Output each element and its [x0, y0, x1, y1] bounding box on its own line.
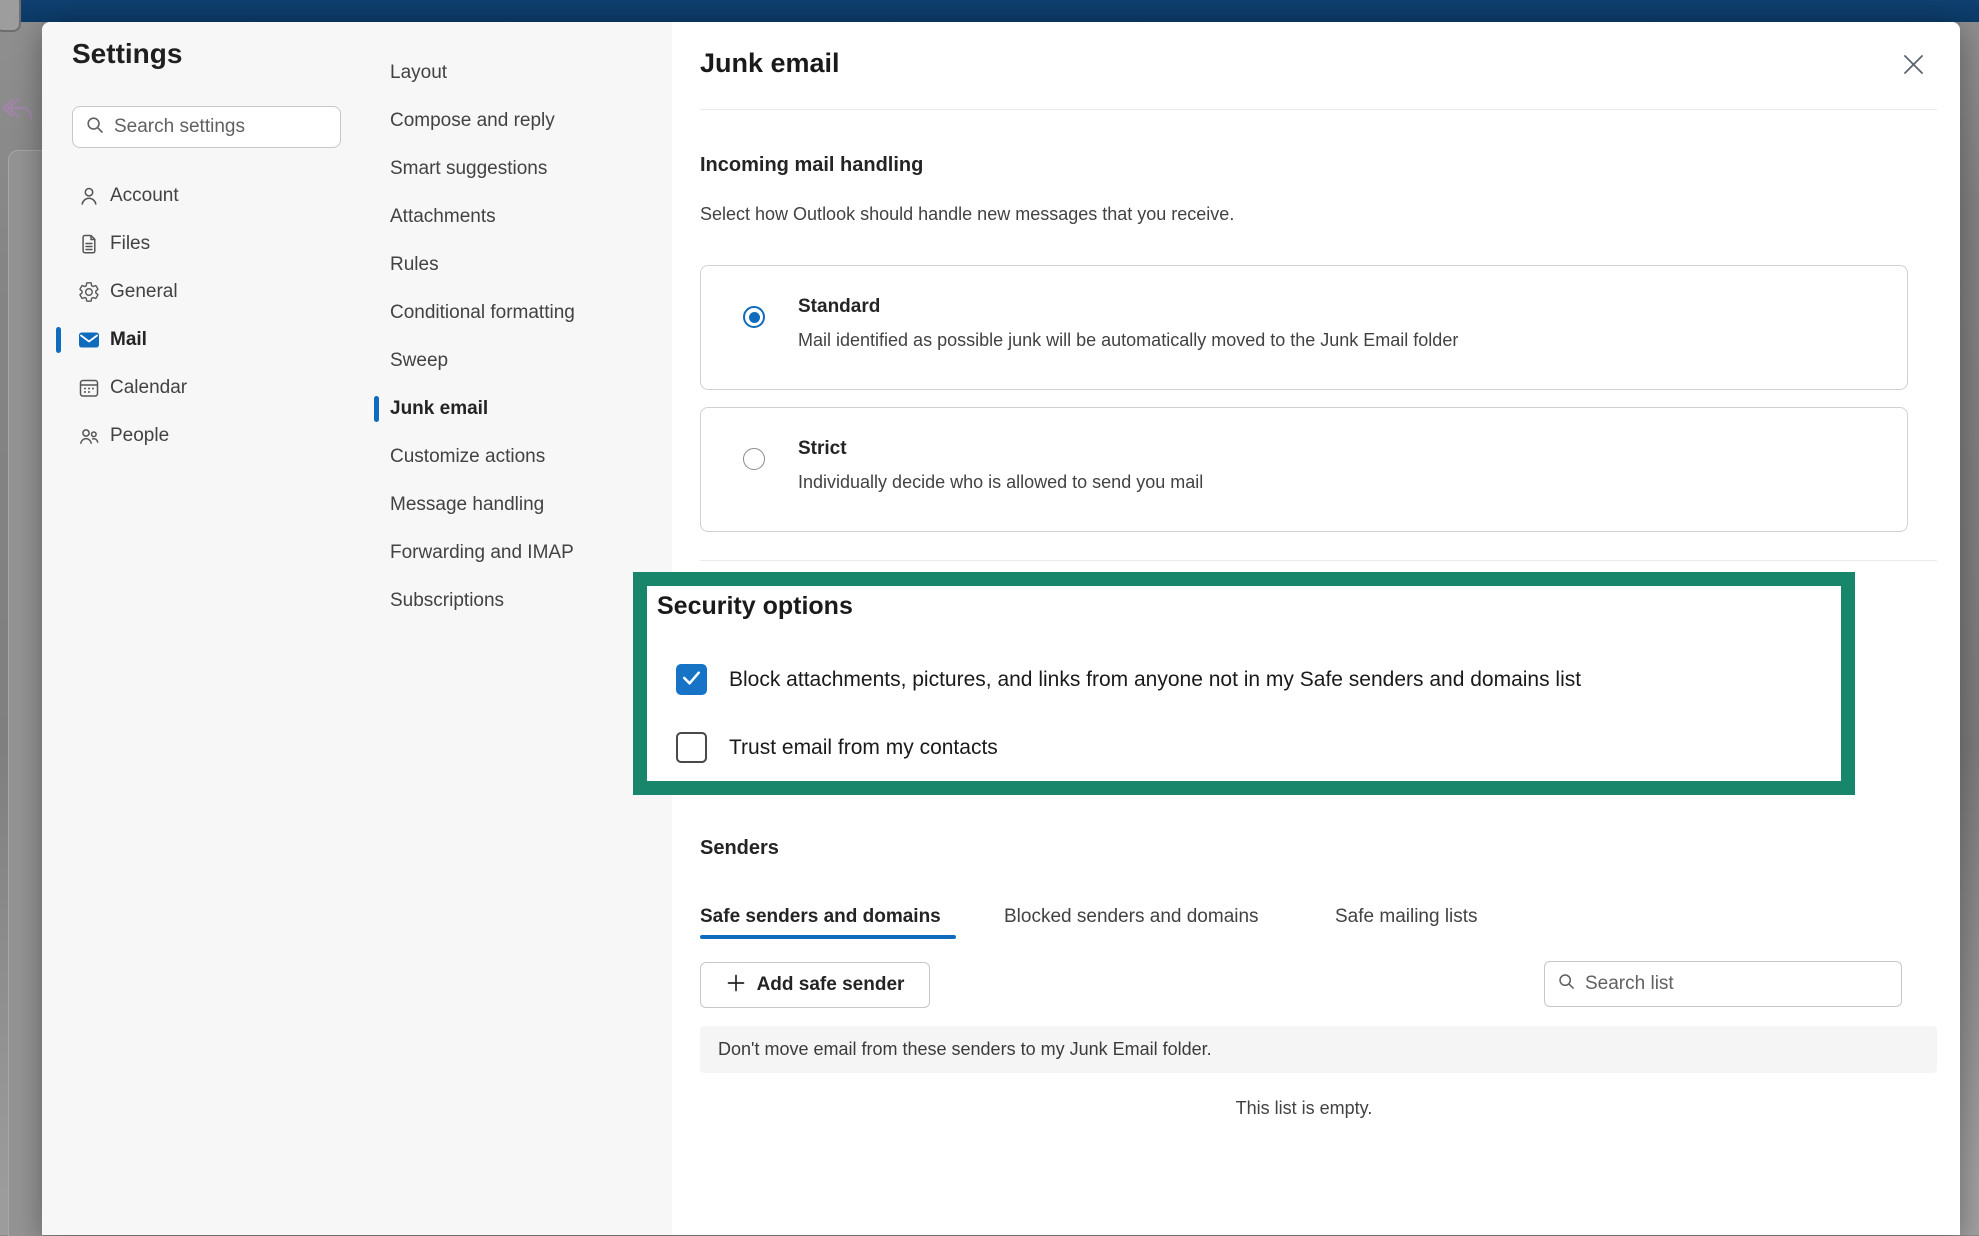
reply-all-icon [2, 96, 36, 131]
tab-safe-mailing-lists[interactable]: Safe mailing lists [1335, 906, 1478, 928]
sidebar-item-label: General [110, 281, 178, 303]
empty-list-text: This list is empty. [700, 1098, 1908, 1119]
selected-indicator-bar [374, 396, 379, 422]
sidebar-item-general[interactable]: General [42, 268, 373, 316]
category-item-label: Subscriptions [390, 590, 504, 612]
radio-dot [749, 312, 760, 323]
mail-settings-category-panel: Layout Compose and reply Smart suggestio… [373, 22, 672, 1235]
strict-option-title: Strict [798, 438, 847, 460]
radio-strict[interactable] [743, 448, 765, 470]
plus-icon [726, 973, 746, 998]
security-options-heading: Security options [657, 592, 853, 621]
settings-search-placeholder: Search settings [114, 116, 245, 138]
section-divider [700, 560, 1937, 561]
sidebar-item-label: Account [110, 185, 179, 207]
close-icon [1900, 51, 1927, 83]
sidebar-item-label: Calendar [110, 377, 187, 399]
person-icon [78, 185, 100, 207]
category-item-forwarding-and-imap[interactable]: Forwarding and IMAP [373, 529, 672, 577]
header-divider [700, 109, 1937, 110]
browser-top-bar [0, 0, 1979, 22]
background-card-edge [8, 150, 43, 1236]
sidebar-item-calendar[interactable]: Calendar [42, 364, 373, 412]
sidebar-item-people[interactable]: People [42, 412, 373, 460]
checkbox-block-attachments[interactable] [676, 664, 707, 695]
incoming-mail-description: Select how Outlook should handle new mes… [700, 204, 1234, 225]
safe-senders-info-text: Don't move email from these senders to m… [718, 1039, 1212, 1060]
category-item-label: Attachments [390, 206, 496, 228]
settings-dialog: Settings Search settings Account [42, 22, 1960, 1235]
selected-indicator-bar [56, 327, 61, 353]
sidebar-item-label: People [110, 425, 169, 447]
category-item-junk-email[interactable]: Junk email [373, 385, 672, 433]
category-item-label: Compose and reply [390, 110, 555, 132]
category-item-conditional-formatting[interactable]: Conditional formatting [373, 289, 672, 337]
settings-search-input[interactable]: Search settings [72, 106, 341, 148]
calendar-icon [78, 377, 100, 399]
sidebar-item-account[interactable]: Account [42, 172, 373, 220]
category-item-compose-and-reply[interactable]: Compose and reply [373, 97, 672, 145]
checkbox-trust-contacts[interactable] [676, 732, 707, 763]
strict-option-card[interactable]: Strict Individually decide who is allowe… [700, 407, 1908, 532]
page-title: Junk email [700, 48, 840, 79]
trust-contacts-label: Trust email from my contacts [729, 736, 998, 760]
standard-option-description: Mail identified as possible junk will be… [798, 330, 1458, 351]
mail-icon [78, 329, 100, 351]
tab-safe-senders-and-domains[interactable]: Safe senders and domains [700, 906, 941, 928]
search-list-input[interactable]: Search list [1544, 961, 1902, 1007]
checkmark-icon [677, 663, 706, 697]
category-item-message-handling[interactable]: Message handling [373, 481, 672, 529]
document-icon [78, 233, 100, 255]
incoming-mail-heading: Incoming mail handling [700, 154, 923, 177]
sidebar-item-label: Mail [110, 329, 147, 351]
dimmed-backdrop-right [1960, 22, 1979, 1235]
strict-option-description: Individually decide who is allowed to se… [798, 472, 1203, 493]
add-safe-sender-button[interactable]: Add safe sender [700, 962, 930, 1008]
category-item-subscriptions[interactable]: Subscriptions [373, 577, 672, 625]
category-item-label: Conditional formatting [390, 302, 575, 324]
standard-option-title: Standard [798, 296, 880, 318]
people-icon [78, 425, 100, 447]
mail-settings-category-nav: Layout Compose and reply Smart suggestio… [373, 49, 672, 625]
category-item-label: Forwarding and IMAP [390, 542, 574, 564]
category-item-sweep[interactable]: Sweep [373, 337, 672, 385]
security-options-annotation-box: Security options Block attachments, pict… [633, 572, 1855, 795]
category-item-customize-actions[interactable]: Customize actions [373, 433, 672, 481]
gear-icon [78, 281, 100, 303]
safe-senders-info-band: Don't move email from these senders to m… [700, 1026, 1937, 1073]
category-item-rules[interactable]: Rules [373, 241, 672, 289]
category-item-attachments[interactable]: Attachments [373, 193, 672, 241]
settings-sidebar-nav: Account Files [42, 172, 373, 460]
category-item-layout[interactable]: Layout [373, 49, 672, 97]
radio-standard[interactable] [743, 306, 765, 328]
add-safe-sender-label: Add safe sender [757, 974, 905, 996]
category-item-label: Junk email [390, 398, 488, 420]
category-item-label: Smart suggestions [390, 158, 547, 180]
category-item-label: Rules [390, 254, 439, 276]
block-attachments-label: Block attachments, pictures, and links f… [729, 668, 1581, 692]
selected-tab-underline [700, 935, 956, 939]
background-window-tab [0, 0, 21, 32]
close-button[interactable] [1894, 48, 1932, 86]
category-item-label: Sweep [390, 350, 448, 372]
category-item-label: Layout [390, 62, 447, 84]
senders-heading: Senders [700, 837, 779, 860]
settings-dialog-title: Settings [72, 38, 182, 70]
sidebar-item-mail[interactable]: Mail [42, 316, 373, 364]
search-list-placeholder: Search list [1585, 973, 1674, 995]
category-item-smart-suggestions[interactable]: Smart suggestions [373, 145, 672, 193]
standard-option-card[interactable]: Standard Mail identified as possible jun… [700, 265, 1908, 390]
settings-sidebar: Settings Search settings Account [42, 22, 374, 1235]
search-icon [85, 115, 105, 140]
category-item-label: Message handling [390, 494, 544, 516]
category-item-label: Customize actions [390, 446, 545, 468]
tab-blocked-senders-and-domains[interactable]: Blocked senders and domains [1004, 906, 1259, 928]
sidebar-item-files[interactable]: Files [42, 220, 373, 268]
sidebar-item-label: Files [110, 233, 150, 255]
search-icon [1557, 972, 1576, 996]
